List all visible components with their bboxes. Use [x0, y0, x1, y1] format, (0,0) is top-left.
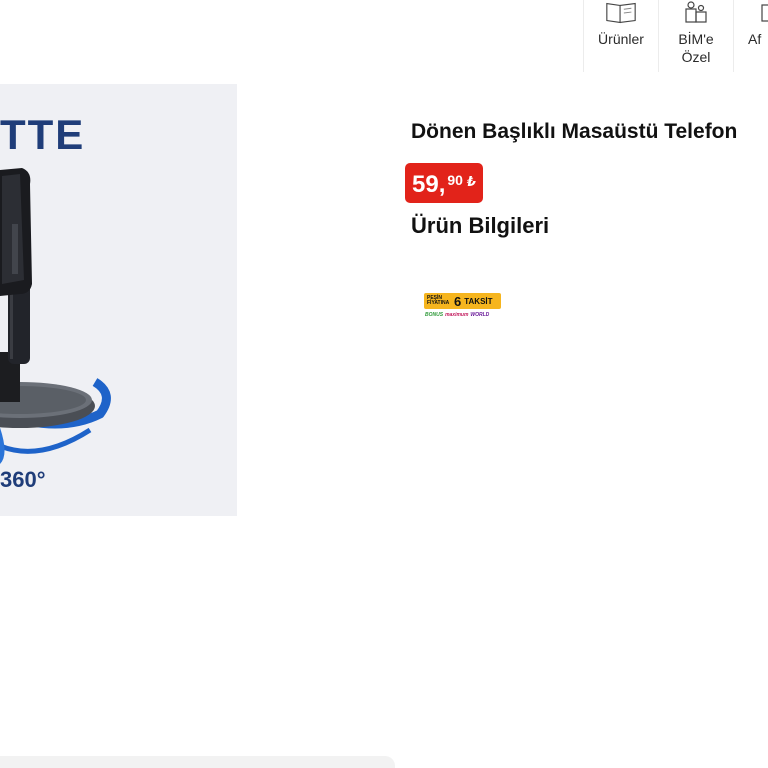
- product-image[interactable]: TTE 360°: [0, 84, 237, 516]
- nav-item-campaigns[interactable]: Af: [733, 0, 768, 72]
- campaign-icon: [748, 1, 768, 25]
- world-card-logo: WORLD: [470, 312, 490, 318]
- nav-label-text: BİM'e Özel: [678, 31, 714, 65]
- installment-badge: PEŞİN FİYATINA 6 TAKSİT BONUS maximum WO…: [424, 293, 501, 321]
- nav-item-products[interactable]: Ürünler: [583, 0, 658, 72]
- page: Ürünler BİM'e Özel Af TTE 360° Dönen Baş…: [0, 0, 768, 768]
- nav-label: Af: [748, 31, 762, 47]
- maximum-card-logo: maximum: [445, 312, 469, 318]
- bottom-panel: [0, 756, 395, 768]
- currency-symbol: ₺: [466, 174, 476, 189]
- phone-stand-illustration: [0, 168, 111, 464]
- special-products-icon: [679, 1, 713, 25]
- rotation-label: 360°: [0, 467, 46, 492]
- price-main: 59,: [412, 171, 446, 198]
- top-nav: Ürünler BİM'e Özel Af: [583, 0, 768, 72]
- nav-label: Ürünler: [598, 31, 644, 47]
- product-title: Dönen Başlıklı Masaüstü Telefon: [411, 120, 738, 143]
- nav-item-bim-special[interactable]: BİM'e Özel: [658, 0, 733, 72]
- card-logos: BONUS maximum WORLD: [424, 309, 501, 321]
- pesin-label: PEŞİN FİYATINA: [427, 295, 450, 306]
- price-badge: 59, 90 ₺: [405, 163, 483, 203]
- bonus-card-logo: BONUS: [425, 312, 444, 318]
- installment-word: TAKSİT: [464, 296, 493, 306]
- installment-banner: PEŞİN FİYATINA 6 TAKSİT: [424, 293, 501, 309]
- nav-label: BİM'e Özel: [676, 30, 716, 66]
- price-cents: 90: [447, 172, 463, 188]
- product-info-heading: Ürün Bilgileri: [411, 213, 550, 238]
- installment-count: 6: [454, 293, 462, 309]
- catalog-book-icon: [604, 1, 638, 25]
